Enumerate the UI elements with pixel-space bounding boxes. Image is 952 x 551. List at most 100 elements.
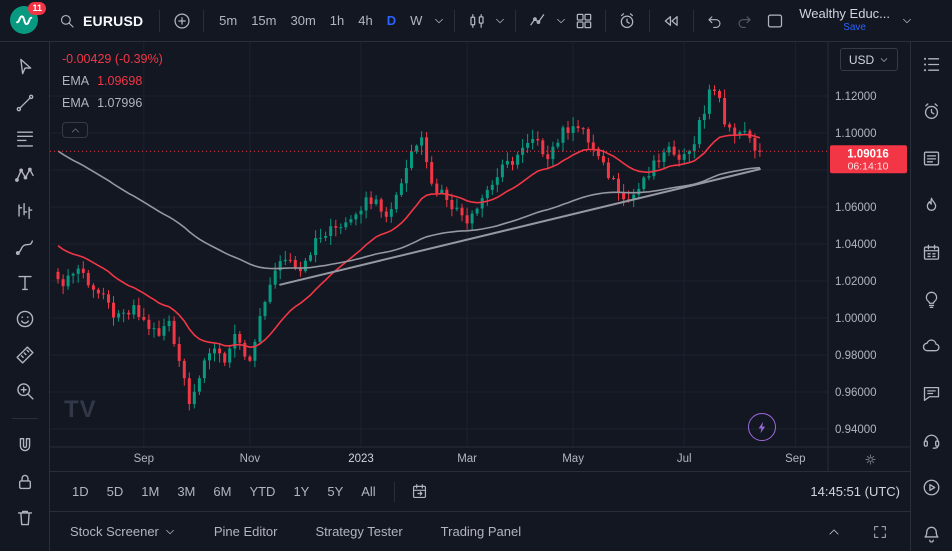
timeframe-W[interactable]: W	[403, 9, 429, 32]
grid-layout-button[interactable]	[570, 5, 597, 37]
range-3M[interactable]: 3M	[169, 480, 203, 503]
trading-app: 11 EURUSD 5m15m30m1h4hDW Wealthy Educ...…	[0, 0, 952, 551]
go-to-date-button[interactable]	[405, 477, 435, 507]
tool-measure[interactable]	[6, 338, 44, 372]
axis-settings-button[interactable]	[860, 449, 880, 469]
range-5D[interactable]: 5D	[99, 480, 132, 503]
timeframe-1h[interactable]: 1h	[323, 9, 351, 32]
trash-icon	[14, 507, 36, 529]
svg-text:06:14:10: 06:14:10	[848, 161, 889, 173]
tool-emoji[interactable]	[6, 302, 44, 336]
currency-label: USD	[849, 53, 874, 67]
svg-text:1.00000: 1.00000	[835, 313, 877, 325]
indicator-row[interactable]: EMA1.09698	[62, 70, 163, 92]
topbar-right-group: Wealthy Educ... Save	[759, 5, 916, 37]
sidebar-item-streams[interactable]	[915, 470, 949, 504]
utc-clock[interactable]: 14:45:51 (UTC)	[810, 484, 902, 499]
chevron-up-icon	[827, 525, 841, 539]
bars-pattern-icon	[14, 200, 36, 222]
bar-replay-button[interactable]	[658, 5, 685, 37]
indicators-button[interactable]	[524, 5, 551, 37]
tool-trend-line[interactable]	[6, 86, 44, 120]
indicator-label: EMA	[62, 96, 89, 110]
tab-stock-screener[interactable]: Stock Screener	[70, 524, 176, 539]
range-1Y[interactable]: 1Y	[285, 480, 317, 503]
sidebar-item-hotlists[interactable]	[915, 189, 949, 223]
sidebar-item-calendar[interactable]	[915, 236, 949, 270]
top-toolbar: 11 EURUSD 5m15m30m1h4hDW Wealthy Educ...…	[0, 0, 952, 42]
panel-maximize-button[interactable]	[864, 516, 896, 548]
range-1D[interactable]: 1D	[64, 480, 97, 503]
range-All[interactable]: All	[353, 480, 383, 503]
tool-text[interactable]	[6, 266, 44, 300]
fib-icon	[14, 128, 36, 150]
timeframe-D[interactable]: D	[380, 9, 403, 32]
indicator-row[interactable]: EMA1.07996	[62, 92, 163, 114]
range-1M[interactable]: 1M	[133, 480, 167, 503]
range-YTD[interactable]: YTD	[241, 480, 283, 503]
tool-bars-pattern[interactable]	[6, 194, 44, 228]
divider	[394, 482, 395, 502]
currency-select[interactable]: USD	[840, 48, 898, 71]
sidebar-item-minds[interactable]	[915, 329, 949, 363]
price-chart[interactable]: 1.120001.100001.060001.040001.020001.000…	[50, 42, 910, 471]
tab-pine-editor[interactable]: Pine Editor	[214, 524, 278, 539]
divider	[454, 10, 455, 32]
legend-collapse-button[interactable]	[62, 122, 88, 138]
undo-icon	[706, 12, 724, 30]
undo-button[interactable]	[702, 5, 729, 37]
sidebar-item-chat[interactable]	[915, 376, 949, 410]
chart-style-menu-button[interactable]	[492, 5, 507, 37]
layout-name-control[interactable]: Wealthy Educ... Save	[795, 5, 894, 37]
symbol-search-button[interactable]: EURUSD	[50, 8, 151, 34]
cursor-icon	[14, 56, 36, 78]
tool-brush[interactable]	[6, 230, 44, 264]
chevron-down-icon	[879, 55, 889, 65]
timeframe-4h[interactable]: 4h	[351, 9, 379, 32]
tool-trash[interactable]	[6, 501, 44, 535]
price-change: -0.00429 (-0.39%)	[62, 48, 163, 70]
svg-text:Sep: Sep	[134, 453, 154, 465]
tool-fib-retracement[interactable]	[6, 122, 44, 156]
svg-text:0.98000: 0.98000	[835, 350, 877, 362]
lock-icon	[14, 471, 36, 493]
svg-text:1.10000: 1.10000	[835, 128, 877, 140]
quick-action-lightning-button[interactable]	[748, 413, 776, 441]
chart-style-button[interactable]	[463, 5, 490, 37]
sidebar-item-watchlist[interactable]	[915, 48, 949, 82]
tool-cursor[interactable]	[6, 50, 44, 84]
indicator-label: EMA	[62, 74, 89, 88]
sidebar-item-alerts[interactable]	[915, 95, 949, 129]
tool-lock[interactable]	[6, 465, 44, 499]
timeframe-5m[interactable]: 5m	[212, 9, 244, 32]
sidebar-item-support[interactable]	[915, 423, 949, 457]
timeframe-menu-button[interactable]	[431, 5, 446, 37]
svg-text:Sep: Sep	[785, 453, 805, 465]
layout-menu-button[interactable]	[898, 5, 916, 37]
timeframe-30m[interactable]: 30m	[283, 9, 322, 32]
tab-label: Pine Editor	[214, 524, 278, 539]
redo-button[interactable]	[730, 5, 757, 37]
sidebar-item-ideas[interactable]	[915, 283, 949, 317]
user-avatar[interactable]: 11	[10, 6, 40, 36]
panel-expand-button[interactable]	[818, 516, 850, 548]
indicators-menu-button[interactable]	[553, 5, 568, 37]
sidebar-item-news[interactable]	[915, 142, 949, 176]
tab-trading-panel[interactable]: Trading Panel	[441, 524, 521, 539]
cloud-icon	[921, 336, 942, 357]
sidebar-item-notifications[interactable]	[915, 517, 949, 551]
save-button[interactable]: Save	[843, 21, 866, 35]
tool-magnet[interactable]	[6, 429, 44, 463]
alert-button[interactable]	[614, 5, 641, 37]
tab-strategy-tester[interactable]: Strategy Tester	[315, 524, 402, 539]
timeframe-15m[interactable]: 15m	[244, 9, 283, 32]
compare-add-button[interactable]	[168, 5, 195, 37]
svg-text:Mar: Mar	[457, 453, 477, 465]
tab-label: Trading Panel	[441, 524, 521, 539]
chevron-down-icon	[555, 15, 567, 27]
layout-button[interactable]	[759, 5, 791, 37]
tool-xabcd-pattern[interactable]	[6, 158, 44, 192]
range-5Y[interactable]: 5Y	[319, 480, 351, 503]
tool-zoom[interactable]	[6, 374, 44, 408]
range-6M[interactable]: 6M	[205, 480, 239, 503]
